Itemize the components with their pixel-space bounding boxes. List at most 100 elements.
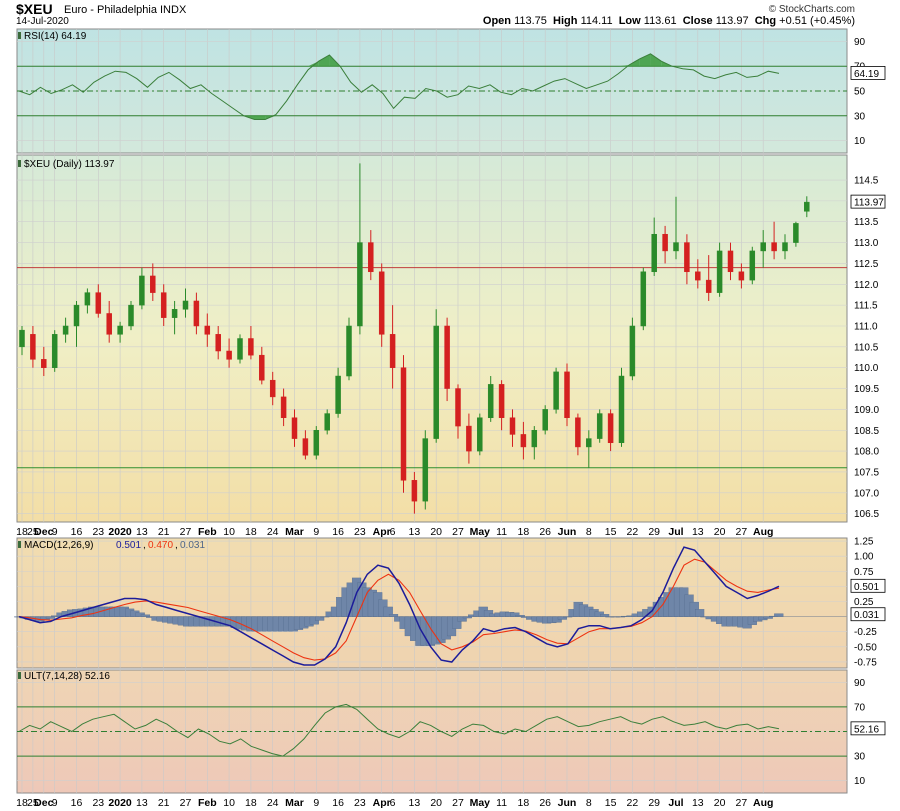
candle-body: [291, 417, 298, 439]
candle-body: [269, 379, 276, 398]
ult-legend: ULT(7,14,28) 52.16: [24, 671, 110, 682]
macd-legend-macd-value: 0.501: [116, 540, 141, 551]
price-xtick-label: 18: [518, 526, 530, 538]
candle-body: [455, 388, 461, 427]
candle-body: [51, 334, 58, 368]
macd-histogram-bar: [600, 614, 610, 617]
candle-body: [259, 354, 265, 381]
macd-ytick-label: 0.25: [854, 597, 874, 608]
candle-body: [41, 359, 47, 368]
candle-body: [487, 384, 494, 418]
ult-xtick-label: Mar: [285, 797, 304, 809]
price-legend-marker: [18, 160, 21, 167]
candle-body: [368, 242, 374, 273]
price-xtick-label: Feb: [198, 526, 217, 538]
ult-ytick-label: 30: [854, 752, 866, 763]
rsi-ytick-label: 10: [854, 136, 866, 147]
ult-xtick-label: 13: [409, 797, 421, 809]
ult-xtick-label: 27: [452, 797, 464, 809]
macd-ytick-label: 1.25: [854, 537, 874, 548]
rsi-ytick-label: 50: [854, 87, 866, 98]
price-ytick-label: 110.5: [854, 342, 879, 353]
macd-hist-last-value: 0.031: [854, 610, 879, 621]
candle-body: [760, 242, 766, 252]
candle-body: [357, 242, 363, 327]
candle-body: [575, 417, 581, 448]
price-xtick-label: Jun: [558, 526, 577, 538]
macd-ytick-label: 1.00: [854, 552, 874, 563]
candle-body: [400, 367, 407, 481]
candle-body: [629, 325, 636, 377]
ult-xtick-label: 8: [586, 797, 592, 809]
price-xtick-label: 10: [223, 526, 235, 538]
price-xtick-label: 24: [267, 526, 279, 538]
macd-ytick-label: 0.75: [854, 567, 874, 578]
price-ytick-label: 110.0: [854, 363, 879, 374]
rsi-last-value: 64.19: [854, 69, 879, 80]
price-xtick-label: Apr: [373, 526, 391, 538]
price-ytick-label: 114.5: [854, 176, 879, 187]
ult-xtick-label: 23: [92, 797, 104, 809]
price-ytick-label: 109.0: [854, 405, 879, 416]
ult-xtick-label: 9: [313, 797, 319, 809]
candle-body: [422, 438, 429, 502]
ult-xtick-label: 29: [648, 797, 660, 809]
candle-body: [509, 417, 516, 435]
candle-body: [280, 396, 287, 418]
candle-body: [793, 223, 799, 243]
ult-xtick-label: 24: [267, 797, 279, 809]
macd-legend-name-marker: [18, 541, 21, 548]
ult-xtick-label: 18: [518, 797, 530, 809]
candle-body: [378, 271, 385, 335]
macd-ytick-label: -0.75: [854, 657, 877, 668]
ult-xtick-label: 21: [158, 797, 170, 809]
price-ytick-label: 108.0: [854, 447, 879, 458]
macd-ytick-label: -0.25: [854, 627, 877, 638]
price-xtick-label: Jul: [668, 526, 683, 538]
ult-xtick-label: 16: [332, 797, 344, 809]
rsi-legend-marker: [18, 32, 21, 39]
price-xtick-label: 29: [648, 526, 660, 538]
price-xtick-label: 27: [180, 526, 192, 538]
candle-body: [618, 375, 625, 444]
macd-legend-comma: ,: [175, 540, 178, 551]
macd-histogram-bar: [45, 616, 56, 619]
price-xtick-label: 11: [496, 526, 507, 538]
ult-xtick-label: 16: [71, 797, 83, 809]
macd-legend-signal-value: 0.470: [148, 540, 173, 551]
price-ytick-label: 106.5: [854, 509, 879, 520]
ult-xtick-label: 27: [736, 797, 748, 809]
stock-chart[interactable]: 10 30 50 70 90 RSI(14) 64.19 64.19 106.5 107.0 10…: [0, 0, 900, 811]
macd-legend-comma: ,: [143, 540, 146, 551]
ult-xtick-label: 27: [180, 797, 192, 809]
price-xtick-label: 13: [136, 526, 148, 538]
macd-histogram-bar: [763, 616, 773, 619]
price-xtick-label: 20: [430, 526, 442, 538]
candle-body: [346, 325, 352, 377]
candle-body: [215, 334, 221, 352]
price-ytick-label: 111.5: [854, 301, 878, 312]
candle-body: [684, 242, 690, 273]
ult-xtick-label: Jul: [668, 797, 683, 809]
candle-body: [749, 250, 756, 281]
candle-body: [139, 275, 145, 306]
candle-body: [193, 300, 200, 327]
candle-body: [226, 350, 232, 360]
macd-legend-name: MACD(12,26,9): [24, 540, 93, 551]
price-ytick-label: 107.5: [854, 467, 879, 478]
ult-xtick-label: Jun: [558, 797, 577, 809]
candle-body: [662, 233, 668, 252]
candle-body: [542, 409, 548, 431]
price-panel: [16, 154, 848, 523]
candle-body: [673, 242, 679, 252]
price-xtick-label: Mar: [285, 526, 304, 538]
candle-body: [738, 271, 745, 281]
candle-body: [564, 371, 570, 418]
candle-body: [106, 313, 112, 335]
rsi-ytick-label: 30: [854, 111, 866, 122]
candle-body: [727, 250, 734, 273]
ult-xtick-label: May: [470, 797, 491, 809]
price-xtick-label: 20: [714, 526, 726, 538]
candle-body: [553, 371, 559, 410]
candle-body: [204, 325, 211, 335]
